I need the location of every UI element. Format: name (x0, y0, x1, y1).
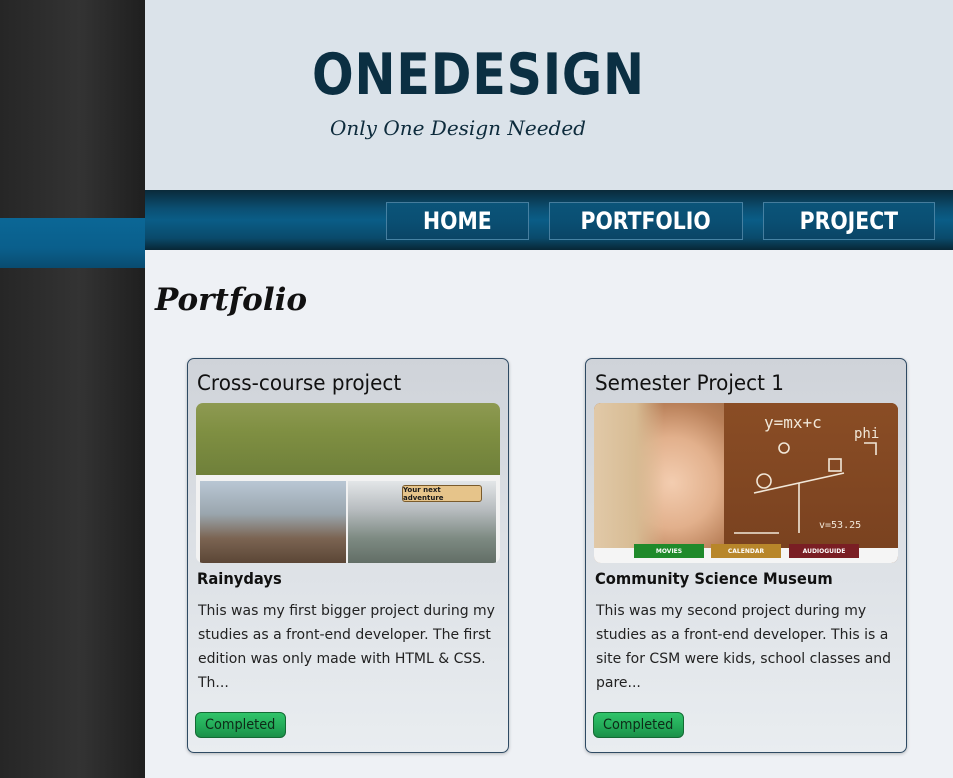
svg-text:phi: phi (854, 426, 879, 442)
calendar-tab: CALENDAR (711, 544, 781, 558)
hikers-photo (196, 403, 500, 475)
sidebar-accent-bar (0, 218, 145, 268)
card-title: Cross-course project (197, 371, 402, 395)
mountain-photo (200, 481, 346, 563)
card-subtitle: Community Science Museum (595, 569, 833, 588)
site-logo[interactable]: ONEDESIGN (312, 42, 645, 108)
audioguide-tab: AUDIOGUIDE (789, 544, 859, 558)
status-badge: Completed (195, 712, 286, 738)
site-tagline: Only One Design Needed (330, 116, 586, 140)
card-description: This was my second project during my stu… (596, 603, 892, 691)
left-sidebar (0, 0, 145, 778)
page-title: Portfolio (155, 282, 308, 318)
card-image-csm: y=mx+c phi v=53.25 MOVIES CALENDAR AUDIO… (594, 403, 898, 563)
portfolio-card-rainydays[interactable]: Cross-course project Your next adventure… (187, 358, 509, 753)
svg-text:v=53.25: v=53.25 (819, 520, 861, 531)
adventure-label: Your next adventure (402, 485, 482, 502)
card-image-rainydays: Your next adventure (196, 403, 500, 563)
status-label: Completed (603, 717, 674, 733)
nav-portfolio-label: PORTFOLIO (580, 207, 712, 235)
main-navigation: HOME PORTFOLIO PROJECT (145, 190, 953, 250)
card-description: This was my first bigger project during … (198, 603, 495, 691)
nav-portfolio-link[interactable]: PORTFOLIO (549, 202, 743, 240)
site-header: ONEDESIGN Only One Design Needed (145, 0, 953, 190)
chalk-drawings: y=mx+c phi v=53.25 (734, 413, 879, 534)
status-label: Completed (205, 717, 276, 733)
portfolio-card-csm[interactable]: Semester Project 1 y=mx+c phi v=53.25 MO… (585, 358, 907, 753)
nav-project-label: PROJECT (799, 207, 899, 235)
card-subtitle: Rainydays (197, 569, 282, 588)
nav-home-label: HOME (423, 207, 492, 235)
nav-project-link[interactable]: PROJECT (763, 202, 935, 240)
card-title: Semester Project 1 (595, 371, 784, 395)
child-hair (594, 403, 664, 548)
svg-text:y=mx+c: y=mx+c (764, 413, 822, 432)
nav-home-link[interactable]: HOME (386, 202, 529, 240)
movies-tab: MOVIES (634, 544, 704, 558)
status-badge: Completed (593, 712, 684, 738)
